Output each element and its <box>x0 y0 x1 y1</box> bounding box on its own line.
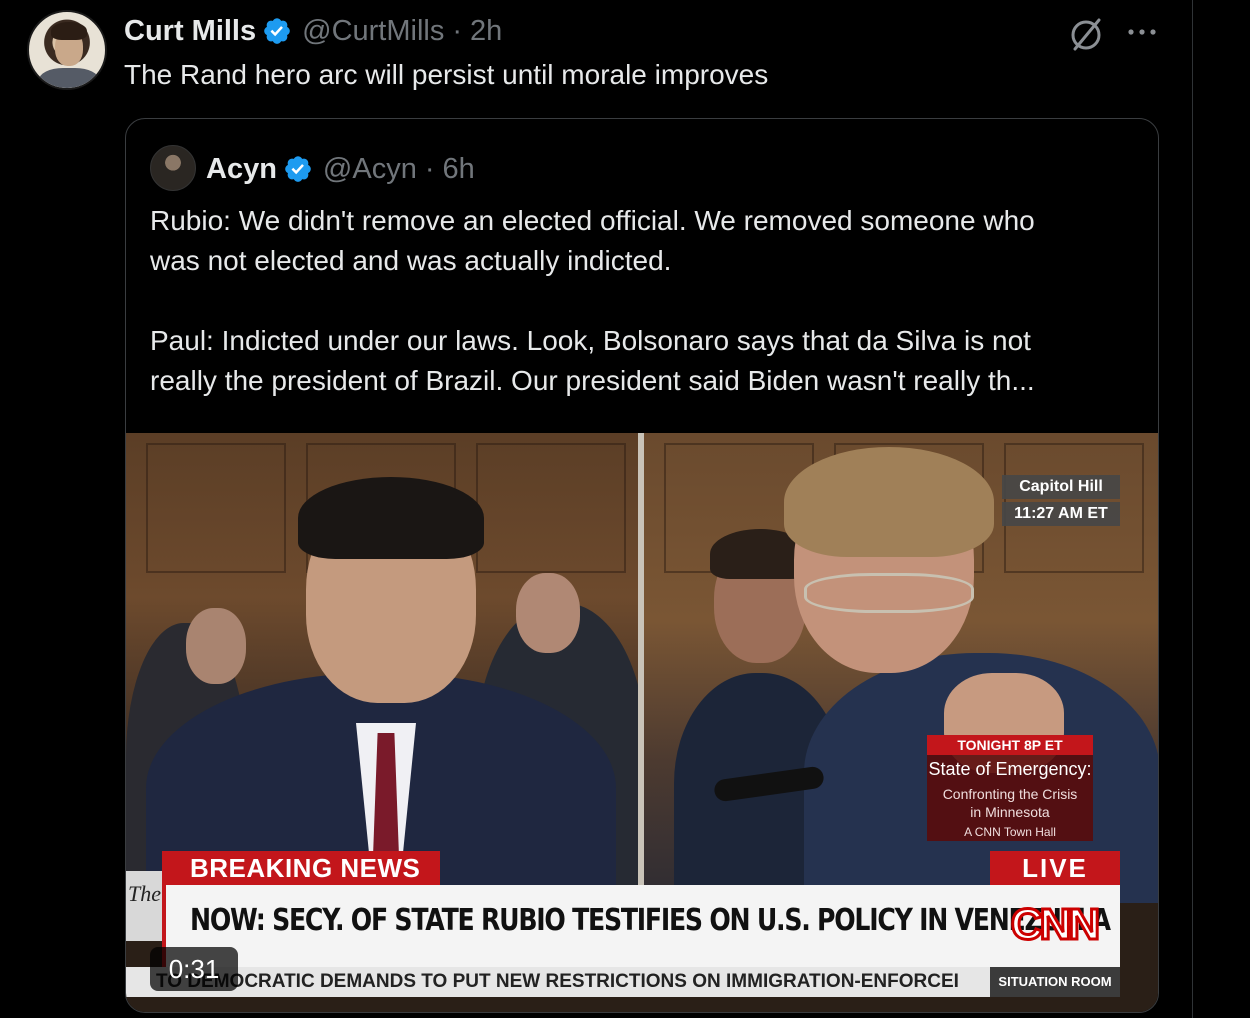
avatar-shirt <box>39 68 99 88</box>
video-left-panel <box>126 433 646 913</box>
quoted-text-line: really the president of Brazil. Our pres… <box>150 365 1035 396</box>
breaking-news-tag: BREAKING NEWS <box>162 851 440 885</box>
location-overlay: Capitol Hill 11:27 AM ET <box>1002 475 1120 529</box>
promo-tag: TONIGHT 8P ET <box>927 735 1093 755</box>
ticker-brand: SITUATION ROOM <box>990 967 1120 997</box>
author-handle[interactable]: @CurtMills <box>302 15 444 48</box>
author-name[interactable]: Curt Mills <box>124 15 256 48</box>
cnn-logo-icon: CNN <box>1009 899 1102 949</box>
quoted-tweet[interactable]: Acyn @Acyn · 6h Rubio: We didn't remove … <box>125 118 1159 1013</box>
video-duration: 0:31 <box>150 947 238 991</box>
grok-icon[interactable] <box>1066 14 1106 54</box>
tweet-text: The Rand hero arc will persist until mor… <box>124 59 769 90</box>
ticker-text: TO DEMOCRATIC DEMANDS TO PUT NEW RESTRIC… <box>156 971 959 992</box>
tweet-header: Curt Mills @CurtMills · 2h <box>124 12 502 50</box>
more-options-icon[interactable] <box>1124 20 1160 44</box>
promo-subtitle-line: in Minnesota <box>970 804 1050 820</box>
author-avatar[interactable] <box>27 10 107 90</box>
promo-footer: A CNN Town Hall <box>964 825 1056 839</box>
tweet-time[interactable]: · 2h <box>452 15 502 48</box>
verified-badge-icon <box>285 156 311 182</box>
quoted-tweet-time[interactable]: · 6h <box>425 153 475 186</box>
avatar-hair <box>51 22 87 40</box>
promo-subtitle: Confronting the Crisis in Minnesota <box>927 785 1093 821</box>
live-tag: LIVE <box>990 851 1120 885</box>
news-ticker: TO DEMOCRATIC DEMANDS TO PUT NEW RESTRIC… <box>126 967 1120 997</box>
quoted-author-avatar[interactable] <box>150 145 196 191</box>
column-divider <box>1192 0 1193 1018</box>
news-lower-third: The BREAKING NEWS LIVE NOW: SECY. OF STA… <box>126 851 1158 1012</box>
headline-bar: NOW: SECY. OF STATE RUBIO TESTIFIES ON U… <box>162 885 1120 967</box>
promo-overlay: TONIGHT 8P ET State of Emergency: Confro… <box>927 735 1093 841</box>
video-player[interactable]: Capitol Hill 11:27 AM ET TONIGHT 8P ET S… <box>126 433 1158 1012</box>
speaker-hair <box>784 447 994 557</box>
promo-title: State of Emergency: <box>928 759 1092 779</box>
verified-badge-icon <box>264 18 290 44</box>
quoted-author-handle[interactable]: @Acyn <box>323 153 417 186</box>
quoted-header: Acyn @Acyn · 6h <box>206 149 475 189</box>
time-label: 11:27 AM ET <box>1002 502 1120 526</box>
promo-subtitle-line: Confronting the Crisis <box>942 786 1078 802</box>
quoted-text-line: Rubio: We didn't remove an elected offic… <box>150 205 1035 236</box>
cnn-logo-text: CNN <box>1011 900 1098 949</box>
partial-text: The <box>126 871 162 941</box>
quoted-text-line: was not elected and was actually indicte… <box>150 245 672 276</box>
quoted-tweet-text: Rubio: We didn't remove an elected offic… <box>150 201 1140 401</box>
quoted-author-name[interactable]: Acyn <box>206 153 277 186</box>
speaker-hair <box>298 477 484 559</box>
quoted-text-line: Paul: Indicted under our laws. Look, Bol… <box>150 325 1031 356</box>
headline-text: NOW: SECY. OF STATE RUBIO TESTIFIES ON U… <box>190 903 1111 938</box>
location-label: Capitol Hill <box>1002 475 1120 499</box>
